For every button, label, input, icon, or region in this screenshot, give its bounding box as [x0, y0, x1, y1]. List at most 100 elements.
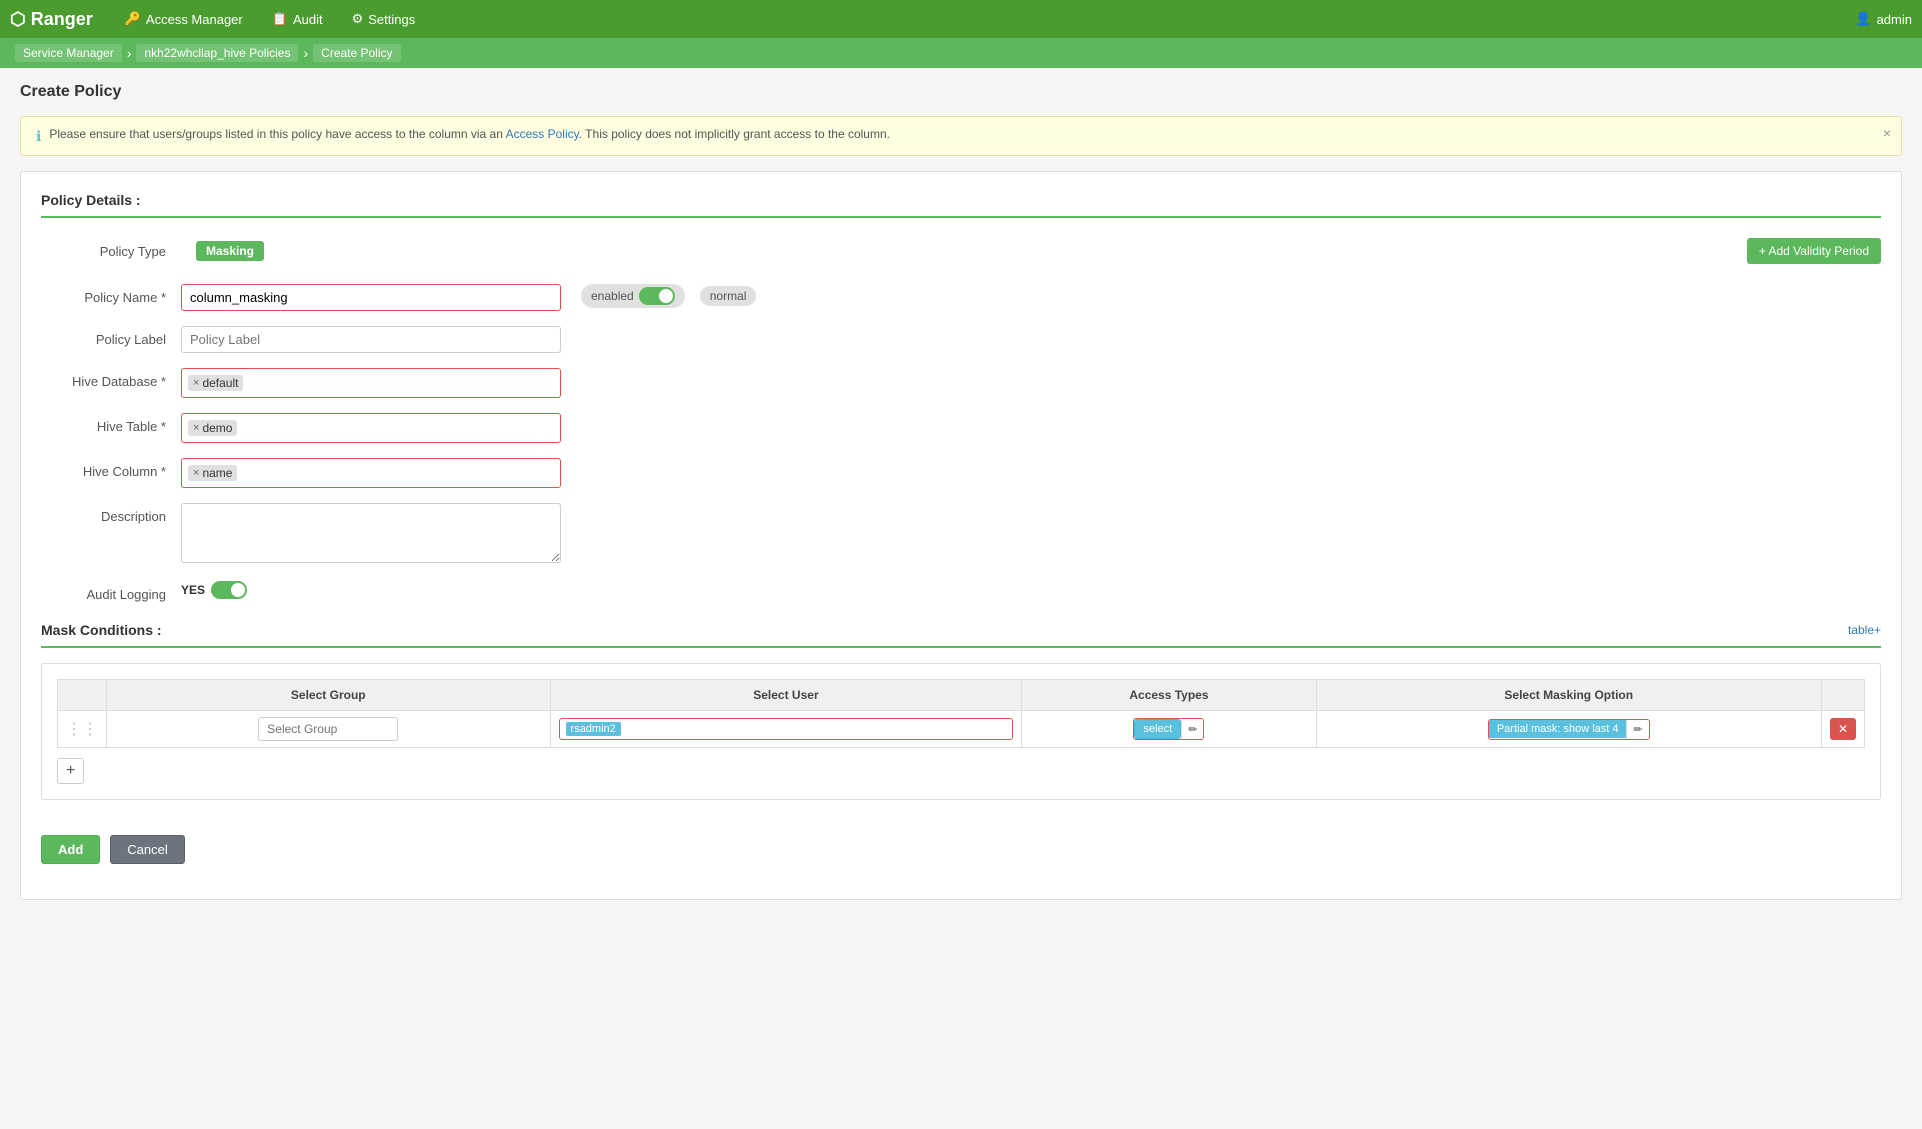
access-types-cell: select ✏ [1022, 711, 1316, 748]
description-input[interactable] [181, 503, 561, 563]
mask-conditions-section: Mask Conditions : table+ Select Group Se… [41, 622, 1881, 800]
hive-column-tag: × name [188, 465, 237, 481]
hive-database-row: Hive Database * × default [41, 368, 1881, 398]
masking-option-cell: Partial mask: show last 4 ✏ [1316, 711, 1821, 748]
hive-table-tag-remove[interactable]: × [193, 422, 199, 434]
access-type-edit-button[interactable]: ✏ [1181, 720, 1203, 739]
alert-close-button[interactable]: × [1883, 125, 1891, 141]
form-buttons: Add Cancel [41, 820, 1881, 879]
breadcrumb: Service Manager › nkh22whcllap_hive Poli… [0, 38, 1922, 68]
alert-banner: ℹ Please ensure that users/groups listed… [20, 116, 1902, 156]
breadcrumb-sep-1: › [127, 45, 132, 61]
col-masking-option: Select Masking Option [1316, 680, 1821, 711]
breadcrumb-create-policy[interactable]: Create Policy [313, 44, 400, 62]
user-tag: rsadmin2 [566, 722, 621, 736]
delete-cell: ✕ [1821, 711, 1864, 748]
conditions-container: Select Group Select User Access Types Se… [41, 663, 1881, 800]
form-card: Policy Details : Policy Type Masking + A… [20, 171, 1902, 900]
audit-logging-label: Audit Logging [41, 581, 181, 602]
enabled-toggle-group[interactable]: enabled [581, 284, 685, 308]
policy-type-badge: Masking [196, 241, 264, 261]
hive-database-tag-remove[interactable]: × [193, 377, 199, 389]
hive-column-input[interactable]: × name [181, 458, 561, 488]
hive-database-label: Hive Database * [41, 368, 181, 389]
add-button[interactable]: Add [41, 835, 100, 864]
table-row: ⋮⋮ rsadmin2 [58, 711, 1865, 748]
user-cell: rsadmin2 [550, 711, 1022, 748]
description-wrapper [181, 503, 561, 566]
access-type-button[interactable]: select [1134, 719, 1181, 739]
col-actions [1821, 680, 1864, 711]
access-type-wrapper: select ✏ [1133, 718, 1204, 740]
policy-label-label: Policy Label [41, 326, 181, 347]
breadcrumb-hive-policies[interactable]: nkh22whcllap_hive Policies [136, 44, 298, 62]
brand-name: Ranger [31, 9, 93, 30]
col-select-group: Select Group [107, 680, 551, 711]
description-label: Description [41, 503, 181, 524]
hive-table-row: Hive Table * × demo [41, 413, 1881, 443]
nav-access-manager[interactable]: 🔑 Access Manager [113, 7, 255, 31]
masking-option-button[interactable]: Partial mask: show last 4 [1489, 720, 1627, 738]
admin-area: 👤 admin [1855, 11, 1912, 27]
policy-label-input[interactable] [181, 326, 561, 353]
col-drag [58, 680, 107, 711]
breadcrumb-sep-2: › [303, 45, 308, 61]
policy-type-label: Policy Type [41, 244, 181, 259]
audit-icon: 📋 [272, 11, 288, 27]
hive-column-tag-remove[interactable]: × [193, 467, 199, 479]
audit-yes-label: YES [181, 583, 205, 597]
settings-icon: ⚙ [352, 11, 364, 27]
hive-table-input[interactable]: × demo [181, 413, 561, 443]
hive-table-label: Hive Table * [41, 413, 181, 434]
hive-column-wrapper: × name [181, 458, 561, 488]
hive-table-wrapper: × demo [181, 413, 561, 443]
add-row-button[interactable]: + [57, 758, 84, 784]
conditions-table: Select Group Select User Access Types Se… [57, 679, 1865, 748]
policy-details-title: Policy Details : [41, 192, 1881, 218]
toggle-row: enabled normal [581, 284, 1881, 308]
policy-name-wrapper [181, 284, 561, 311]
policy-name-input[interactable] [181, 284, 561, 311]
hive-database-tag: × default [188, 375, 243, 391]
hive-column-row: Hive Column * × name [41, 458, 1881, 488]
drag-handle-icon[interactable]: ⋮⋮ [66, 721, 98, 738]
policy-label-row: Policy Label [41, 326, 1881, 353]
drag-handle-cell: ⋮⋮ [58, 711, 107, 748]
nav-audit[interactable]: 📋 Audit [260, 7, 335, 31]
col-access-types: Access Types [1022, 680, 1316, 711]
hive-table-tag: × demo [188, 420, 237, 436]
masking-option-edit-button[interactable]: ✏ [1626, 720, 1648, 739]
brand-logo: ⬡ Ranger [10, 9, 93, 30]
mask-section-header: Mask Conditions : table+ [41, 622, 1881, 648]
policy-type-row: Policy Type Masking + Add Validity Perio… [41, 238, 1881, 264]
breadcrumb-service-manager[interactable]: Service Manager [15, 44, 122, 62]
hive-database-input[interactable]: × default [181, 368, 561, 398]
add-validity-period-button[interactable]: + Add Validity Period [1747, 238, 1881, 264]
policy-name-label: Policy Name * [41, 284, 181, 305]
access-policy-link[interactable]: Access Policy [506, 127, 579, 141]
enabled-toggle[interactable] [639, 287, 675, 305]
select-user-input[interactable]: rsadmin2 [559, 718, 1014, 740]
mask-section-table-link[interactable]: table+ [1848, 623, 1881, 637]
ranger-icon: ⬡ [10, 9, 26, 30]
masking-option-wrapper: Partial mask: show last 4 ✏ [1488, 719, 1650, 740]
mask-conditions-title: Mask Conditions : [41, 622, 162, 638]
info-icon: ℹ [36, 128, 41, 145]
delete-row-button[interactable]: ✕ [1830, 718, 1856, 740]
access-manager-icon: 🔑 [125, 11, 141, 27]
admin-icon: 👤 [1855, 11, 1871, 27]
cancel-button[interactable]: Cancel [110, 835, 184, 864]
policy-name-row: Policy Name * enabled normal [41, 284, 1881, 311]
audit-logging-row: Audit Logging YES [41, 581, 1881, 602]
alert-text: Please ensure that users/groups listed i… [49, 127, 890, 141]
select-group-input[interactable] [258, 717, 398, 741]
page-title: Create Policy [20, 83, 1902, 101]
hive-database-wrapper: × default [181, 368, 561, 398]
policy-type-left: Policy Type Masking [41, 241, 264, 261]
description-row: Description [41, 503, 1881, 566]
nav-settings[interactable]: ⚙ Settings [340, 7, 428, 31]
nav-items: 🔑 Access Manager 📋 Audit ⚙ Settings [113, 7, 1856, 31]
col-select-user: Select User [550, 680, 1022, 711]
admin-label: admin [1877, 12, 1912, 27]
audit-logging-toggle[interactable] [211, 581, 247, 599]
